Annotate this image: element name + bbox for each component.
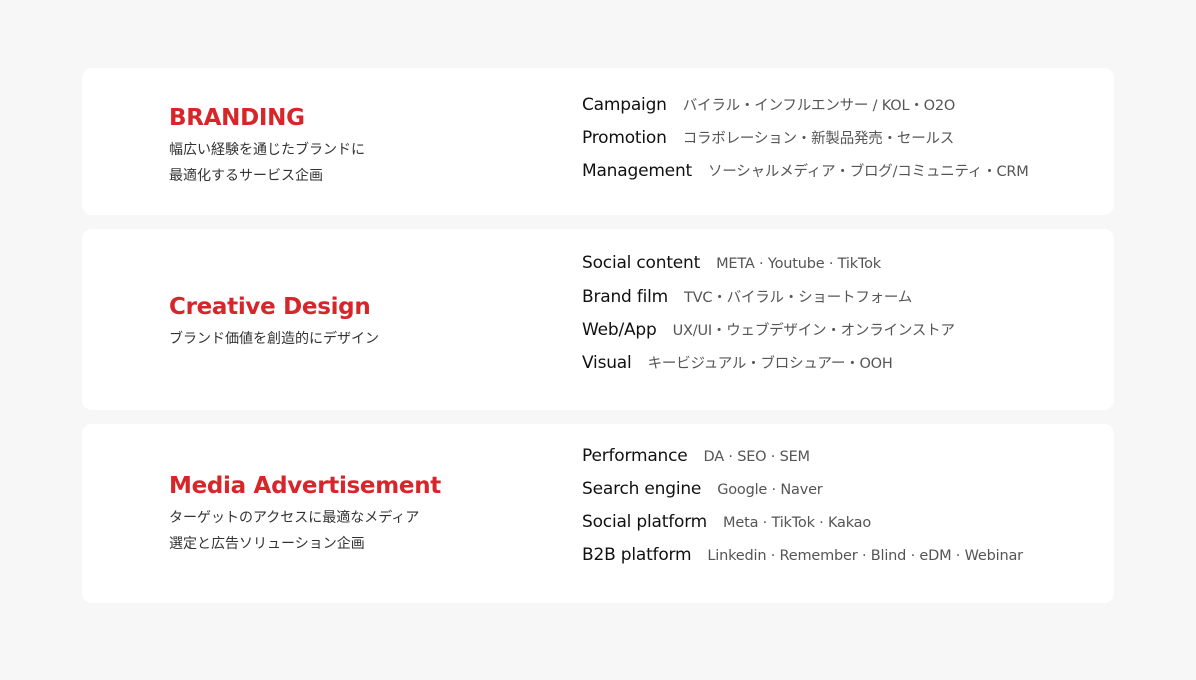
service-detail: キービジュアル・ブロシュアー・OOH	[647, 356, 893, 372]
media-advertisement-card: Media Advertisement ターゲットのアクセスに最適なメディア 選…	[82, 424, 1114, 603]
media-advertisement-title: Media Advertisement	[169, 473, 441, 499]
creative-design-service-list: Social content META · Youtube · TikTok B…	[582, 253, 1102, 385]
service-row-web-app: Web/App UX/UI・ウェブデザイン・オンラインストア	[582, 319, 1102, 352]
service-detail: バイラル・インフルエンサー / KOL・O2O	[682, 98, 956, 114]
service-row-visual: Visual キービジュアル・ブロシュアー・OOH	[582, 352, 1102, 385]
service-row-social-content: Social content META · Youtube · TikTok	[582, 253, 1102, 286]
creative-design-description: ブランド価値を創造的にデザイン	[169, 326, 549, 352]
service-row-brand-film: Brand film TVC・バイラル・ショートフォーム	[582, 286, 1102, 319]
service-name: Search engine	[582, 479, 702, 499]
branding-card: BRANDING 幅広い経験を通じたブランドに 最適化するサービス企画 Camp…	[82, 68, 1114, 215]
media-advertisement-service-list: Performance DA · SEO · SEM Search engine…	[582, 446, 1102, 578]
service-detail: UX/UI・ウェブデザイン・オンラインストア	[672, 323, 955, 339]
service-name: B2B platform	[582, 545, 692, 565]
media-advertisement-description: ターゲットのアクセスに最適なメディア 選定と広告ソリューション企画	[169, 505, 549, 557]
service-name: Web/App	[582, 320, 657, 340]
creative-design-intro: Creative Design ブランド価値を創造的にデザイン	[169, 293, 549, 352]
service-row-campaign: Campaign バイラル・インフルエンサー / KOL・O2O	[582, 94, 1102, 127]
service-name: Visual	[582, 353, 632, 373]
service-row-management: Management ソーシャルメディア・ブログ/コミュニティ・CRM	[582, 160, 1102, 193]
service-name: Campaign	[582, 95, 667, 115]
branding-desc-line-2: 最適化するサービス企画	[169, 168, 323, 184]
service-name: Social content	[582, 253, 701, 273]
branding-service-list: Campaign バイラル・インフルエンサー / KOL・O2O Promoti…	[582, 94, 1102, 193]
service-name: Social platform	[582, 512, 708, 532]
media-advertisement-intro: Media Advertisement ターゲットのアクセスに最適なメディア 選…	[169, 472, 549, 557]
service-detail: Meta · TikTok · Kakao	[723, 515, 872, 531]
service-name: Promotion	[582, 128, 667, 148]
service-name: Brand film	[582, 287, 669, 307]
branding-description: 幅広い経験を通じたブランドに 最適化するサービス企画	[169, 137, 549, 189]
service-row-promotion: Promotion コラボレーション・新製品発売・セールス	[582, 127, 1102, 160]
creative-design-title: Creative Design	[169, 294, 371, 320]
service-row-b2b-platform: B2B platform Linkedin · Remember · Blind…	[582, 545, 1102, 578]
creative-design-desc-line-1: ブランド価値を創造的にデザイン	[169, 331, 379, 347]
service-name: Performance	[582, 446, 688, 466]
service-row-performance: Performance DA · SEO · SEM	[582, 446, 1102, 479]
branding-title: BRANDING	[169, 105, 305, 131]
creative-design-card: Creative Design ブランド価値を創造的にデザイン Social c…	[82, 229, 1114, 410]
service-detail: Google · Naver	[717, 482, 823, 498]
service-detail: DA · SEO · SEM	[703, 449, 811, 465]
branding-intro: BRANDING 幅広い経験を通じたブランドに 最適化するサービス企画	[169, 104, 549, 189]
service-detail: ソーシャルメディア・ブログ/コミュニティ・CRM	[708, 164, 1029, 180]
service-row-social-platform: Social platform Meta · TikTok · Kakao	[582, 512, 1102, 545]
service-row-search-engine: Search engine Google · Naver	[582, 479, 1102, 512]
branding-desc-line-1: 幅広い経験を通じたブランドに	[169, 142, 365, 158]
service-detail: コラボレーション・新製品発売・セールス	[682, 131, 955, 147]
service-detail: META · Youtube · TikTok	[716, 256, 881, 272]
service-detail: TVC・バイラル・ショートフォーム	[684, 290, 913, 306]
media-advertisement-desc-line-1: ターゲットのアクセスに最適なメディア	[169, 510, 420, 526]
media-advertisement-desc-line-2: 選定と広告ソリューション企画	[169, 536, 365, 552]
service-detail: Linkedin · Remember · Blind · eDM · Webi…	[707, 548, 1023, 564]
service-name: Management	[582, 161, 692, 181]
